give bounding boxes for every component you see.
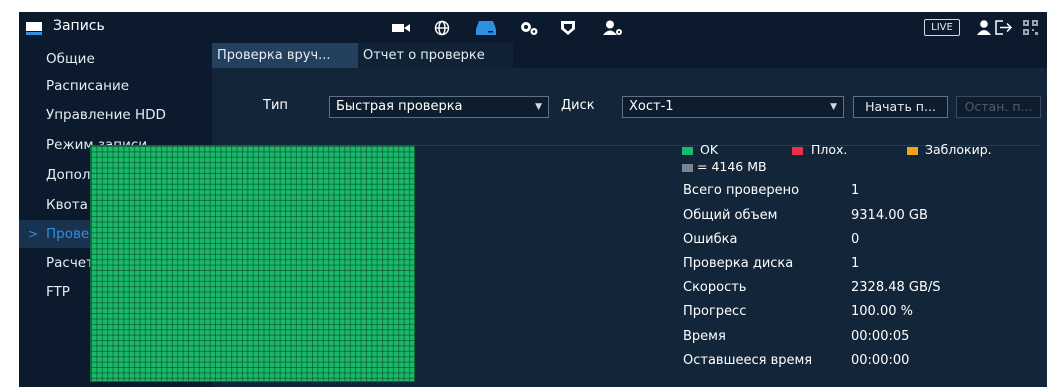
stat-label: Время	[683, 329, 726, 344]
system-icon[interactable]	[519, 19, 539, 36]
stop-check-button[interactable]: Остан. п...	[956, 96, 1041, 118]
sidebar-item-hdd-management[interactable]: Управление HDD	[19, 101, 212, 129]
sidebar-item-label: Расписание	[46, 78, 130, 94]
legend-unit-label: = 4146 MB	[697, 159, 767, 174]
stat-label: Оставшееся время	[683, 353, 813, 368]
disk-select-value: Хост-1	[629, 99, 674, 114]
legend-ok-label: OK	[700, 142, 719, 157]
stat-value: 00:00:05	[851, 329, 910, 344]
tab-manual-check[interactable]: Проверка вруч...	[212, 43, 360, 68]
qr-icon[interactable]	[1020, 19, 1040, 36]
legend-bad-swatch	[792, 147, 803, 155]
legend-ok-swatch	[682, 147, 693, 155]
stat-value: 0	[851, 232, 860, 247]
type-select[interactable]: Быстрая проверка ▼	[329, 96, 549, 118]
network-icon[interactable]	[432, 19, 452, 36]
sidebar-item-schedule[interactable]: Расписание	[19, 72, 212, 100]
disk-select[interactable]: Хост-1 ▼	[622, 96, 844, 118]
chevron-down-icon: ▼	[535, 102, 542, 112]
chevron-down-icon: ▼	[830, 102, 837, 112]
app-window: Запись LIVE Общие Расписание Управление …	[19, 12, 1047, 387]
legend-blocked-swatch	[907, 147, 918, 155]
storage-icon[interactable]	[476, 19, 496, 36]
start-check-button[interactable]: Начать п...	[853, 96, 948, 118]
logout-icon[interactable]	[994, 19, 1014, 36]
stat-label: Общий объем	[683, 208, 778, 223]
sidebar-item-label: FTP	[46, 284, 70, 300]
sidebar-item-general[interactable]: Общие	[19, 45, 212, 73]
tab-bar: Проверка вруч... Отчет о проверке	[212, 43, 1047, 68]
account-icon[interactable]	[603, 19, 623, 36]
stat-label: Прогресс	[683, 304, 747, 319]
stat-value: 2328.48 GB/S	[851, 280, 941, 295]
stat-value: 100.00 %	[851, 304, 913, 319]
type-label: Тип	[263, 98, 288, 113]
live-button[interactable]: LIVE	[924, 19, 960, 36]
disk-block-map	[90, 145, 415, 382]
tab-check-report[interactable]: Отчет о проверке	[358, 43, 513, 68]
top-bar: Запись LIVE	[19, 12, 1047, 43]
stat-label: Скорость	[683, 280, 747, 295]
camera-icon[interactable]	[391, 19, 411, 36]
disk-label: Диск	[561, 98, 595, 113]
stat-label: Всего проверено	[683, 183, 800, 198]
legend-bad-label: Плох.	[811, 142, 848, 157]
record-icon	[26, 20, 42, 35]
stat-label: Проверка диска	[683, 256, 794, 271]
sidebar-item-label: Управление HDD	[46, 107, 166, 123]
security-icon[interactable]	[558, 19, 578, 36]
stat-value: 00:00:00	[851, 353, 910, 368]
chevron-right-icon: >	[28, 227, 39, 241]
legend-unit-swatch	[682, 164, 693, 172]
legend-blocked-label: Заблокир.	[925, 142, 992, 157]
stat-value: 1	[851, 183, 860, 198]
type-select-value: Быстрая проверка	[336, 99, 463, 114]
sidebar-item-label: Общие	[46, 51, 95, 67]
stat-label: Ошибка	[683, 232, 738, 247]
stat-value: 9314.00 GB	[851, 208, 928, 223]
user-icon[interactable]	[974, 19, 994, 36]
page-title: Запись	[53, 18, 105, 34]
stat-value: 1	[851, 256, 860, 271]
